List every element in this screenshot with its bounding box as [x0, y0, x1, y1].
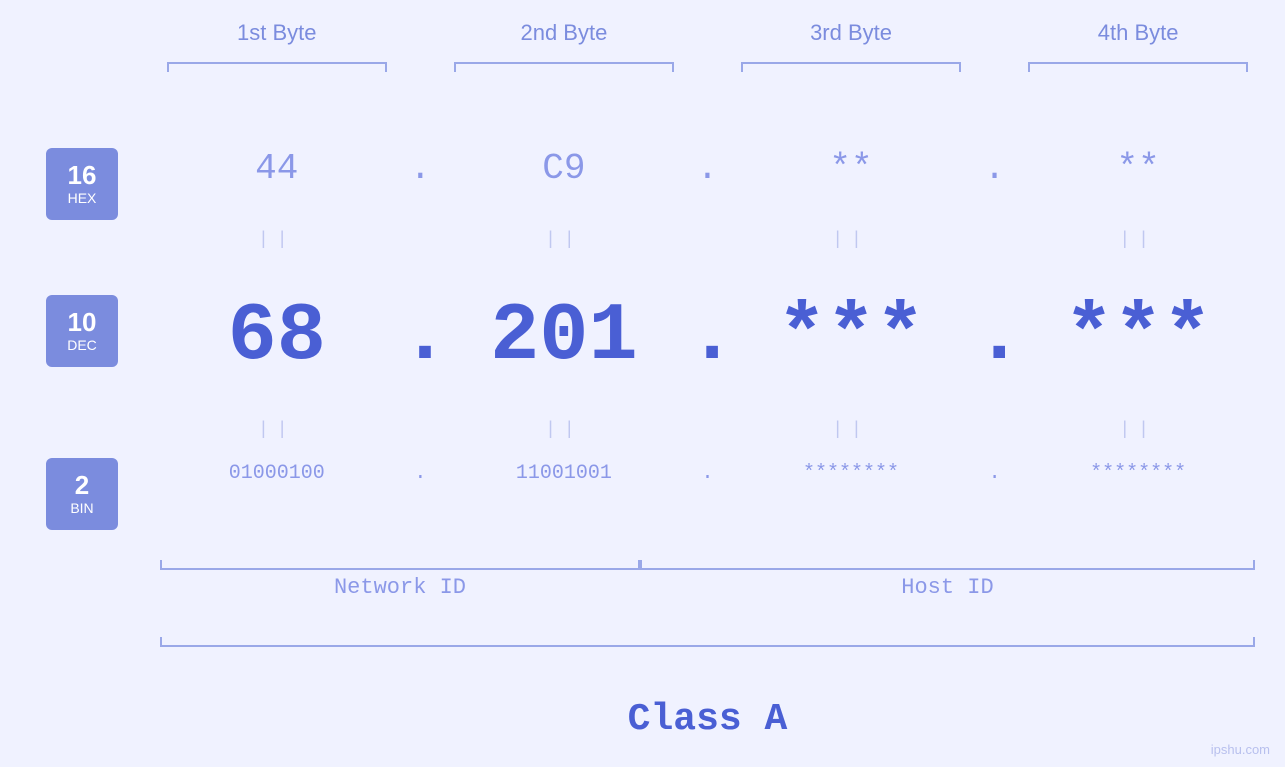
dec-badge-number: 10: [68, 309, 97, 335]
dec-row: 68 . 201 . *** . ***: [160, 290, 1255, 383]
network-id-label: Network ID: [160, 575, 640, 600]
bin-byte-2: 11001001: [454, 462, 674, 485]
col-header-4: 4th Byte: [1028, 20, 1248, 46]
eq-dec-2: ||: [454, 420, 674, 440]
hex-byte-2: C9: [454, 148, 674, 189]
equals-hex-dec: || || || ||: [160, 230, 1255, 250]
eq-2: ||: [454, 230, 674, 250]
network-id-bracket: [160, 560, 640, 570]
dec-byte-1: 68: [167, 290, 387, 383]
bin-badge-number: 2: [75, 472, 89, 498]
bin-byte-4: ********: [1028, 462, 1248, 485]
hex-dot-1: .: [400, 148, 440, 189]
column-headers: 1st Byte 2nd Byte 3rd Byte 4th Byte: [160, 20, 1255, 46]
eq-4: ||: [1028, 230, 1248, 250]
hex-badge: 16 HEX: [46, 148, 118, 220]
dec-byte-4: ***: [1028, 290, 1248, 383]
eq-dec-4: ||: [1028, 420, 1248, 440]
bin-badge: 2 BIN: [46, 458, 118, 530]
dec-byte-2: 201: [454, 290, 674, 383]
watermark: ipshu.com: [1211, 742, 1270, 757]
col-header-1: 1st Byte: [167, 20, 387, 46]
col-header-2: 2nd Byte: [454, 20, 674, 46]
host-id-bracket: [640, 560, 1255, 570]
dec-badge: 10 DEC: [46, 295, 118, 367]
bin-badge-label: BIN: [70, 500, 93, 516]
full-bottom-bracket: [160, 637, 1255, 647]
hex-byte-1: 44: [167, 148, 387, 189]
hex-byte-4: **: [1028, 148, 1248, 189]
bin-byte-1: 01000100: [167, 462, 387, 485]
eq-dec-1: ||: [167, 420, 387, 440]
hex-badge-number: 16: [68, 162, 97, 188]
net-host-brackets: [160, 560, 1255, 570]
bin-dot-3: .: [975, 462, 1015, 485]
main-layout: 1st Byte 2nd Byte 3rd Byte 4th Byte 16 H…: [0, 0, 1285, 767]
hex-byte-3: **: [741, 148, 961, 189]
dec-badge-label: DEC: [67, 337, 97, 353]
top-bracket-2: [454, 62, 674, 72]
class-label: Class A: [160, 698, 1255, 741]
top-brackets: [160, 62, 1255, 72]
eq-1: ||: [167, 230, 387, 250]
bin-byte-3: ********: [741, 462, 961, 485]
top-bracket-3: [741, 62, 961, 72]
net-host-labels: Network ID Host ID: [160, 575, 1255, 600]
hex-row: 44 . C9 . ** . **: [160, 148, 1255, 189]
top-bracket-4: [1028, 62, 1248, 72]
eq-3: ||: [741, 230, 961, 250]
hex-badge-label: HEX: [68, 190, 97, 206]
equals-dec-bin: || || || ||: [160, 420, 1255, 440]
bin-row: 01000100 . 11001001 . ******** . *******…: [160, 462, 1255, 485]
hex-dot-3: .: [975, 148, 1015, 189]
host-id-label: Host ID: [640, 575, 1255, 600]
top-bracket-1: [167, 62, 387, 72]
dec-dot-1: .: [400, 290, 440, 383]
hex-dot-2: .: [687, 148, 727, 189]
bin-dot-2: .: [687, 462, 727, 485]
dec-dot-3: .: [975, 290, 1015, 383]
col-header-3: 3rd Byte: [741, 20, 961, 46]
dec-dot-2: .: [687, 290, 727, 383]
bin-dot-1: .: [400, 462, 440, 485]
eq-dec-3: ||: [741, 420, 961, 440]
dec-byte-3: ***: [741, 290, 961, 383]
